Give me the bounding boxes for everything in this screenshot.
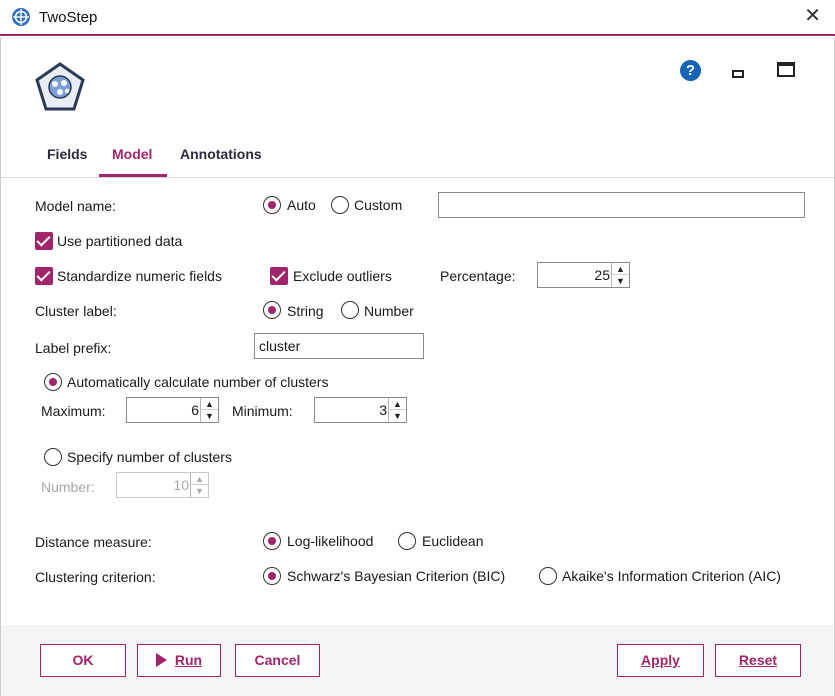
cluster-label-number-radio[interactable] (341, 301, 359, 319)
run-button-label: Run (174, 652, 203, 668)
model-name-custom-radio[interactable] (331, 196, 349, 214)
help-icon[interactable]: ? (680, 60, 701, 81)
spinner-up-icon[interactable]: ▲ (612, 263, 629, 275)
spinner-down-icon[interactable]: ▼ (389, 410, 406, 422)
custom-model-name-input[interactable] (438, 192, 805, 218)
minimum-value[interactable]: 3 (379, 402, 387, 418)
window-title: TwoStep (39, 9, 98, 26)
reset-button[interactable]: Reset (715, 644, 801, 677)
twostep-node-icon (35, 62, 85, 111)
percentage-label: Percentage: (440, 268, 516, 284)
maximum-spinner[interactable]: 6 ▲ ▼ (126, 397, 219, 423)
run-icon (155, 653, 167, 667)
exclude-outliers-label: Exclude outliers (293, 268, 392, 284)
percentage-spinner[interactable]: 25 ▲ ▼ (537, 262, 630, 288)
model-name-label: Model name: (35, 198, 116, 214)
spinner-up-icon[interactable]: ▲ (389, 398, 406, 410)
aic-label[interactable]: Akaike's Information Criterion (AIC) (562, 568, 781, 584)
cluster-label-string-label[interactable]: String (287, 303, 324, 319)
auto-clusters-label[interactable]: Automatically calculate number of cluste… (67, 374, 328, 390)
apply-button[interactable]: Apply (617, 644, 704, 677)
minimum-label: Minimum: (232, 403, 293, 419)
loglik-radio[interactable] (263, 532, 281, 550)
label-prefix-label: Label prefix: (35, 340, 112, 356)
spinner-down-icon[interactable]: ▼ (201, 410, 218, 422)
reset-button-label: Reset (738, 652, 778, 668)
minimum-spinner[interactable]: 3 ▲ ▼ (314, 397, 407, 423)
number-clusters-value: 10 (173, 477, 189, 493)
tab-fields[interactable]: Fields (47, 146, 87, 162)
maximum-label: Maximum: (41, 403, 106, 419)
maximize-icon[interactable] (777, 62, 795, 77)
ok-button-label: OK (72, 652, 94, 668)
specify-clusters-radio[interactable] (44, 448, 62, 466)
number-clusters-spinner: 10 ▲ ▼ (116, 472, 209, 498)
bic-label[interactable]: Schwarz's Bayesian Criterion (BIC) (287, 568, 505, 584)
maximum-value[interactable]: 6 (191, 402, 199, 418)
cancel-button-label: Cancel (254, 652, 301, 668)
label-prefix-input[interactable]: cluster (254, 333, 424, 359)
apply-button-label: Apply (641, 652, 680, 668)
spinner-down-icon: ▼ (195, 486, 204, 496)
tab-annotations[interactable]: Annotations (180, 146, 262, 162)
minimize-icon[interactable] (732, 70, 744, 78)
standardize-label: Standardize numeric fields (57, 268, 222, 284)
ok-button[interactable]: OK (40, 644, 126, 677)
cluster-label-string-radio[interactable] (263, 301, 281, 319)
exclude-outliers-checkbox[interactable] (270, 267, 288, 285)
close-icon[interactable]: ✕ (804, 6, 821, 26)
clustering-criterion-label: Clustering criterion: (35, 569, 156, 585)
cancel-button[interactable]: Cancel (235, 644, 320, 677)
number-field-label: Number: (41, 479, 95, 495)
bic-radio[interactable] (263, 567, 281, 585)
active-tab-indicator (99, 174, 167, 177)
run-button[interactable]: Run (137, 644, 221, 677)
spinner-up-icon[interactable]: ▲ (201, 398, 218, 410)
spinner-down-icon[interactable]: ▼ (612, 275, 629, 287)
auto-clusters-radio[interactable] (44, 373, 62, 391)
title-bar: TwoStep ✕ (0, 0, 835, 36)
standardize-checkbox[interactable] (35, 267, 53, 285)
loglik-label[interactable]: Log-likelihood (287, 533, 373, 549)
percentage-value[interactable]: 25 (594, 267, 610, 283)
model-name-auto-label[interactable]: Auto (287, 197, 316, 213)
model-name-auto-radio[interactable] (263, 196, 281, 214)
tab-model[interactable]: Model (112, 146, 152, 162)
euclidean-radio[interactable] (398, 532, 416, 550)
use-partitioned-checkbox[interactable] (35, 232, 53, 250)
model-name-custom-label[interactable]: Custom (354, 197, 402, 213)
cluster-label-label: Cluster label: (35, 303, 117, 319)
euclidean-label[interactable]: Euclidean (422, 533, 484, 549)
distance-measure-label: Distance measure: (35, 534, 152, 550)
use-partitioned-label: Use partitioned data (57, 233, 183, 249)
spinner-up-icon: ▲ (191, 473, 208, 485)
aic-radio[interactable] (539, 567, 557, 585)
cluster-label-number-label[interactable]: Number (364, 303, 414, 319)
twostep-node-icon (12, 8, 30, 26)
specify-clusters-label[interactable]: Specify number of clusters (67, 449, 232, 465)
